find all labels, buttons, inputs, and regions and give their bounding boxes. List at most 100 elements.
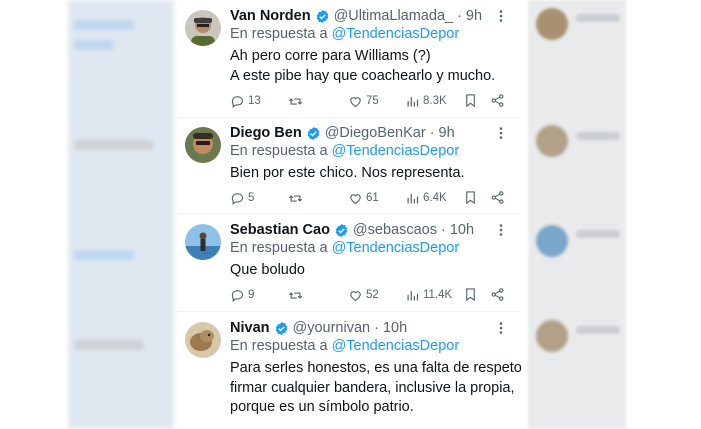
like-button[interactable]: 52 xyxy=(348,286,379,304)
like-count: 75 xyxy=(366,95,379,107)
retweet-button[interactable] xyxy=(288,286,306,304)
tweet-header: Diego Ben @DiegoBenKar · 9h xyxy=(230,123,455,143)
bookmark-icon[interactable] xyxy=(463,190,478,205)
views-button[interactable]: 8.3K xyxy=(405,92,447,110)
reply-count: 5 xyxy=(248,192,255,204)
separator-dot: · xyxy=(429,125,435,141)
reply-prefix: En respuesta a xyxy=(230,338,328,354)
tweet-van-norden[interactable]: Van Norden @UltimaLlamada_ · 9h En respu… xyxy=(174,6,520,114)
author-handle[interactable]: @yournivan xyxy=(293,320,371,336)
tweet-text: Para serles honestos, es una falta de re… xyxy=(230,359,522,418)
mention-link[interactable]: @TendenciasDepor xyxy=(332,143,460,159)
avatar[interactable] xyxy=(185,322,221,358)
tweet-text-line: Para serles honestos, es una falta de re… xyxy=(230,360,522,376)
views-button[interactable]: 6.4K xyxy=(405,189,447,207)
reply-button[interactable]: 9 xyxy=(230,286,254,304)
blurred-left-panel xyxy=(68,0,174,429)
more-icon[interactable] xyxy=(494,9,508,23)
author-handle[interactable]: @DiegoBenKar xyxy=(325,125,426,141)
mention-link[interactable]: @TendenciasDepor xyxy=(332,338,460,354)
separator-dot: · xyxy=(457,8,462,24)
tweet-nivan[interactable]: Nivan @yournivan · 10h En respuesta a @T… xyxy=(174,318,522,429)
blurred-element xyxy=(74,140,154,150)
blurred-right-panel xyxy=(528,0,626,429)
retweet-button[interactable] xyxy=(288,189,306,207)
verified-badge-icon xyxy=(275,321,287,335)
avatar[interactable] xyxy=(185,10,221,46)
mention-link[interactable]: @TendenciasDepor xyxy=(332,240,460,256)
blurred-avatar xyxy=(536,320,568,352)
timestamp[interactable]: 9h xyxy=(466,8,482,24)
reply-context: En respuesta a @TendenciasDepor xyxy=(230,240,459,256)
views-count: 8.3K xyxy=(423,95,447,107)
author-name[interactable]: Nivan xyxy=(230,320,270,336)
author-handle[interactable]: @sebascaos xyxy=(353,222,437,238)
retweet-icon xyxy=(288,194,303,202)
share-icon[interactable] xyxy=(490,287,505,302)
avatar[interactable] xyxy=(185,127,221,163)
like-count: 52 xyxy=(366,289,379,301)
blurred-avatar xyxy=(536,225,568,257)
tweet-header: Van Norden @UltimaLlamada_ · 9h xyxy=(230,6,482,26)
reply-icon xyxy=(231,95,244,108)
like-button[interactable]: 75 xyxy=(348,92,379,110)
retweet-icon xyxy=(288,291,303,299)
tweet-diego-ben[interactable]: Diego Ben @DiegoBenKar · 9h En respuesta… xyxy=(174,123,520,211)
avatar[interactable] xyxy=(185,224,221,260)
author-name[interactable]: Diego Ben xyxy=(230,125,302,141)
tweet-divider xyxy=(174,117,520,118)
tweet-actions: 9 52 11.4K xyxy=(230,286,506,304)
reply-prefix: En respuesta a xyxy=(230,143,328,159)
reply-context: En respuesta a @TendenciasDepor xyxy=(230,26,459,42)
tweet-text-line: porque es un símbolo patrio. xyxy=(230,399,414,415)
tweet-divider xyxy=(174,213,520,214)
reply-context: En respuesta a @TendenciasDepor xyxy=(230,143,459,159)
timestamp[interactable]: 10h xyxy=(383,320,407,336)
tweet-text-line: Bien por este chico. Nos representa. xyxy=(230,165,465,181)
blurred-avatar xyxy=(536,125,568,157)
like-icon xyxy=(350,96,361,107)
more-icon[interactable] xyxy=(494,223,508,237)
blurred-avatar xyxy=(536,8,568,40)
tweet-actions: 5 61 6.4K xyxy=(230,189,506,207)
timestamp[interactable]: 10h xyxy=(450,222,474,238)
reply-button[interactable]: 13 xyxy=(230,92,261,110)
tweet-actions: 13 75 8.3K xyxy=(230,92,506,110)
share-icon[interactable] xyxy=(490,93,505,108)
retweet-icon xyxy=(288,97,303,105)
more-icon[interactable] xyxy=(494,321,508,335)
blurred-element xyxy=(576,132,620,140)
reply-icon xyxy=(231,289,244,302)
author-name[interactable]: Sebastian Cao xyxy=(230,222,330,238)
mention-link[interactable]: @TendenciasDepor xyxy=(332,26,460,42)
tweet-header: Nivan @yournivan · 10h xyxy=(230,318,407,338)
share-icon[interactable] xyxy=(490,190,505,205)
timestamp[interactable]: 9h xyxy=(439,125,455,141)
more-icon[interactable] xyxy=(494,126,508,140)
tweet-sebastian-cao[interactable]: Sebastian Cao @sebascaos · 10h En respue… xyxy=(174,220,520,308)
tweet-text: Ah pero corre para Williams (?) A este p… xyxy=(230,47,495,86)
reply-context: En respuesta a @TendenciasDepor xyxy=(230,338,459,354)
bookmark-icon[interactable] xyxy=(463,287,478,302)
reply-prefix: En respuesta a xyxy=(230,240,328,256)
blurred-element xyxy=(74,250,134,260)
like-icon xyxy=(350,290,361,301)
tweet-text-line: firmar cualquier bandera, inclusive la p… xyxy=(230,379,515,396)
views-icon xyxy=(407,290,419,300)
reply-prefix: En respuesta a xyxy=(230,26,328,42)
tweet-text: Bien por este chico. Nos representa. xyxy=(230,164,465,184)
views-count: 6.4K xyxy=(423,192,447,204)
author-name[interactable]: Van Norden xyxy=(230,8,311,24)
like-button[interactable]: 61 xyxy=(348,189,379,207)
views-count: 11.4K xyxy=(423,289,453,301)
bookmark-icon[interactable] xyxy=(463,93,478,108)
reply-button[interactable]: 5 xyxy=(230,189,254,207)
retweet-button[interactable] xyxy=(288,92,306,110)
author-handle[interactable]: @UltimaLlamada_ xyxy=(334,8,454,24)
tweet-text-line: A este pibe hay que coachearlo y mucho. xyxy=(230,67,496,84)
blurred-element xyxy=(74,340,144,350)
views-button[interactable]: 11.4K xyxy=(405,286,452,304)
blurred-element xyxy=(74,20,134,30)
tweet-text: Que boludo xyxy=(230,261,305,281)
blurred-element xyxy=(576,326,620,334)
